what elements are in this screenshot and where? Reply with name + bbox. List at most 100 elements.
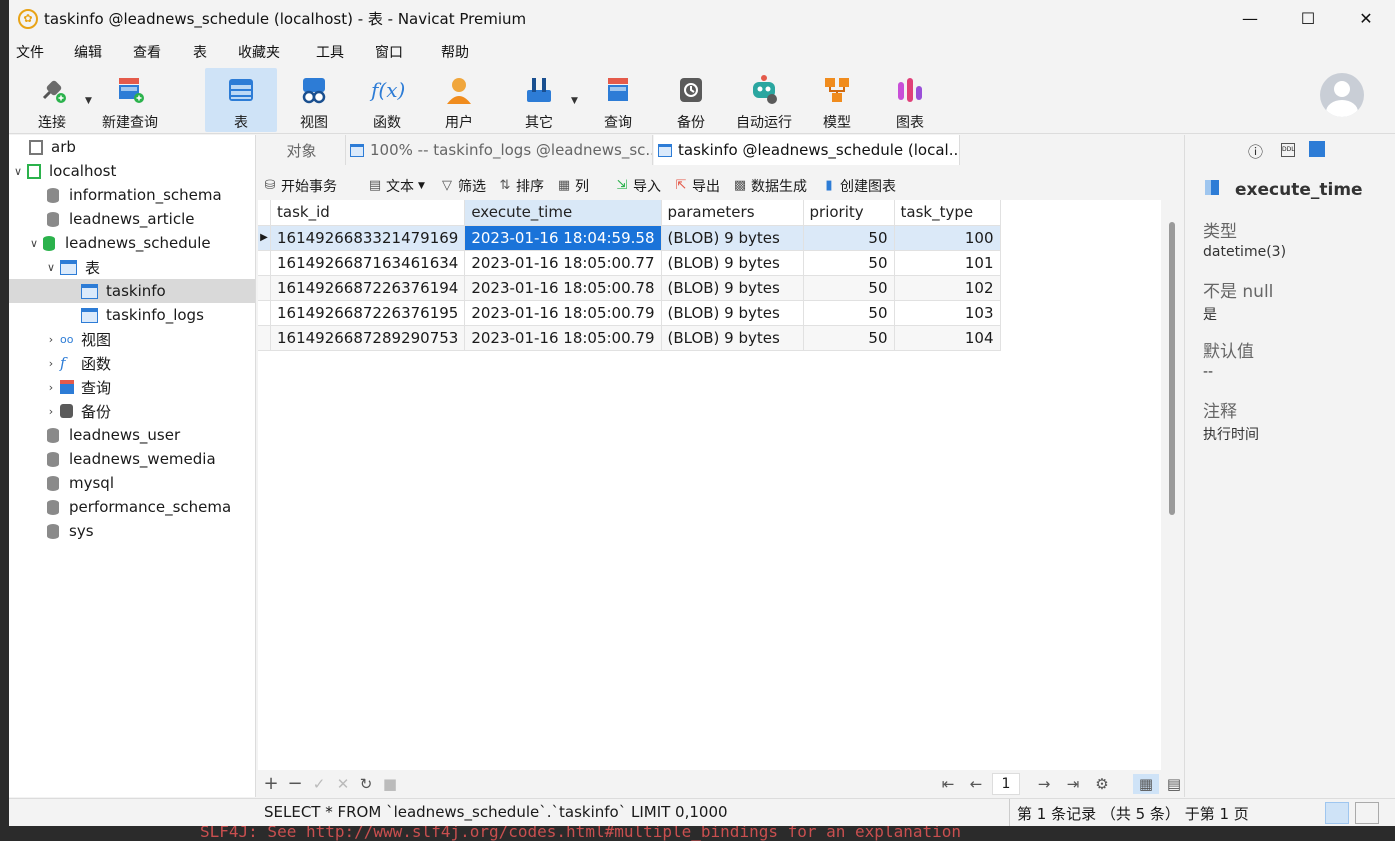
tree-item-performance-schema[interactable]: performance_schema	[47, 495, 231, 519]
cell-task-type[interactable]: 103	[894, 300, 1001, 326]
cell-execute-time[interactable]: 2023-01-16 18:05:00.79	[464, 325, 662, 351]
add-record-icon[interactable]: +	[261, 774, 281, 794]
chevron-down-icon[interactable]: ∨	[44, 261, 58, 274]
cell-parameters[interactable]: (BLOB) 9 bytes	[661, 325, 804, 351]
begin-transaction-button[interactable]: ⛁ 开始事务	[263, 176, 337, 196]
cell-parameters[interactable]: (BLOB) 9 bytes	[661, 225, 804, 251]
other-dropdown-icon[interactable]: ▼	[571, 96, 578, 106]
column-header-priority[interactable]: priority	[803, 200, 895, 226]
cell-priority[interactable]: 50	[803, 300, 895, 326]
cell-priority[interactable]: 50	[803, 325, 895, 351]
cell-task-id[interactable]: 1614926687163461634	[270, 250, 466, 276]
tree-item-sys[interactable]: sys	[47, 519, 94, 543]
tree-item-leadnews-user[interactable]: leadnews_user	[47, 423, 180, 447]
tree-item-leadnews-wemedia[interactable]: leadnews_wemedia	[47, 447, 216, 471]
grid-view-icon[interactable]: ▦	[1133, 774, 1159, 794]
settings-gear-icon[interactable]: ⚙	[1092, 774, 1112, 794]
model-button[interactable]: 模型	[807, 68, 867, 132]
tree-item-queries[interactable]: › 查询	[44, 375, 111, 399]
column-header-execute-time[interactable]: execute_time	[464, 200, 662, 226]
chevron-right-icon[interactable]: ›	[44, 333, 58, 346]
menu-view[interactable]: 查看	[133, 42, 161, 62]
cell-task-type[interactable]: 100	[894, 225, 1001, 251]
table-row[interactable]: 1614926687226376195 2023-01-16 18:05:00.…	[258, 300, 1001, 326]
backup-button[interactable]: 备份	[661, 68, 721, 132]
cell-task-type[interactable]: 102	[894, 275, 1001, 301]
field-list-icon[interactable]	[1309, 141, 1325, 157]
tree-item-localhost[interactable]: ∨ localhost	[11, 159, 116, 183]
cell-task-type[interactable]: 101	[894, 250, 1001, 276]
tree-item-information-schema[interactable]: information_schema	[47, 183, 222, 207]
vertical-scrollbar[interactable]	[1169, 222, 1175, 515]
chevron-right-icon[interactable]: ›	[44, 381, 58, 394]
other-button[interactable]: 其它	[509, 68, 569, 132]
chevron-down-icon[interactable]: ∨	[11, 165, 25, 178]
chevron-down-icon[interactable]: ∨	[27, 237, 41, 250]
table-row[interactable]: 1614926687226376194 2023-01-16 18:05:00.…	[258, 275, 1001, 301]
table-row[interactable]: ▶ 1614926683321479169 2023-01-16 18:04:5…	[258, 225, 1001, 251]
cell-priority[interactable]: 50	[803, 275, 895, 301]
tree-item-functions[interactable]: › f 函数	[44, 351, 111, 375]
next-page-icon[interactable]: →	[1034, 774, 1054, 794]
menu-favorites[interactable]: 收藏夹	[238, 42, 280, 62]
apply-changes-icon[interactable]: ✓	[309, 774, 329, 794]
cell-priority[interactable]: 50	[803, 225, 895, 251]
menu-tools[interactable]: 工具	[316, 42, 344, 62]
cell-parameters[interactable]: (BLOB) 9 bytes	[661, 300, 804, 326]
tree-item-arb[interactable]: arb	[29, 135, 76, 159]
tree-item-leadnews-article[interactable]: leadnews_article	[47, 207, 194, 231]
discard-changes-icon[interactable]: ✕	[333, 774, 353, 794]
new-query-button[interactable]: 新建查询	[97, 68, 163, 132]
cell-parameters[interactable]: (BLOB) 9 bytes	[661, 250, 804, 276]
page-number-input[interactable]: 1	[992, 773, 1020, 795]
cell-task-id[interactable]: 1614926687226376194	[270, 275, 466, 301]
cell-parameters[interactable]: (BLOB) 9 bytes	[661, 275, 804, 301]
toggle-left-panel-icon[interactable]	[1325, 802, 1349, 824]
sort-button[interactable]: ⇅ 排序	[498, 176, 544, 196]
tab-taskinfo[interactable]: taskinfo @leadnews_schedule (local...	[654, 135, 960, 165]
columns-button[interactable]: ▦ 列	[557, 176, 589, 196]
tree-item-views[interactable]: › oo 视图	[44, 327, 111, 351]
column-header-task-id[interactable]: task_id	[270, 200, 466, 226]
cell-execute-time[interactable]: 2023-01-16 18:04:59.58	[464, 225, 662, 251]
table-row[interactable]: 1614926687163461634 2023-01-16 18:05:00.…	[258, 250, 1001, 276]
query-button[interactable]: 查询	[588, 68, 648, 132]
toggle-right-panel-icon[interactable]	[1355, 802, 1379, 824]
delete-record-icon[interactable]: −	[285, 774, 305, 794]
import-button[interactable]: ⇲ 导入	[615, 176, 661, 196]
menu-help[interactable]: 帮助	[441, 42, 469, 62]
cell-task-type[interactable]: 104	[894, 325, 1001, 351]
tree-item-backups[interactable]: › 备份	[44, 399, 111, 423]
tree-item-mysql[interactable]: mysql	[47, 471, 114, 495]
function-button[interactable]: f(x) 函数	[357, 68, 417, 132]
cell-execute-time[interactable]: 2023-01-16 18:05:00.77	[464, 250, 662, 276]
info-icon[interactable]: ⓘ	[1248, 141, 1263, 162]
cell-priority[interactable]: 50	[803, 250, 895, 276]
tab-objects[interactable]: 对象	[258, 135, 346, 165]
chevron-right-icon[interactable]: ›	[44, 357, 58, 370]
ddl-icon[interactable]: DDL	[1281, 143, 1295, 157]
column-header-task-type[interactable]: task_type	[894, 200, 1001, 226]
minimize-icon[interactable]: —	[1221, 0, 1279, 37]
filter-button[interactable]: ▽ 筛选	[440, 176, 486, 196]
tree-item-taskinfo[interactable]: taskinfo	[9, 279, 255, 303]
tab-taskinfo-logs[interactable]: 100% -- taskinfo_logs @leadnews_sc...	[346, 135, 653, 165]
menu-file[interactable]: 文件	[16, 42, 44, 62]
table-row[interactable]: 1614926687289290753 2023-01-16 18:05:00.…	[258, 325, 1001, 351]
column-header-parameters[interactable]: parameters	[661, 200, 804, 226]
create-chart-button[interactable]: ▮ 创建图表	[822, 176, 896, 196]
menu-edit[interactable]: 编辑	[74, 42, 102, 62]
connect-dropdown-icon[interactable]: ▼	[85, 96, 92, 106]
close-icon[interactable]: ✕	[1337, 0, 1395, 37]
connect-button[interactable]: 连接	[22, 68, 82, 132]
maximize-icon[interactable]: ☐	[1279, 0, 1337, 37]
stop-icon[interactable]: ■	[380, 774, 400, 794]
refresh-icon[interactable]: ↻	[356, 774, 376, 794]
automation-button[interactable]: 自动运行	[729, 68, 799, 132]
cell-task-id[interactable]: 1614926687289290753	[270, 325, 466, 351]
cell-task-id[interactable]: 1614926687226376195	[270, 300, 466, 326]
menu-window[interactable]: 窗口	[375, 42, 403, 62]
chart-button[interactable]: 图表	[880, 68, 940, 132]
table-button[interactable]: 表	[205, 68, 277, 132]
form-view-icon[interactable]: ▤	[1164, 774, 1184, 794]
